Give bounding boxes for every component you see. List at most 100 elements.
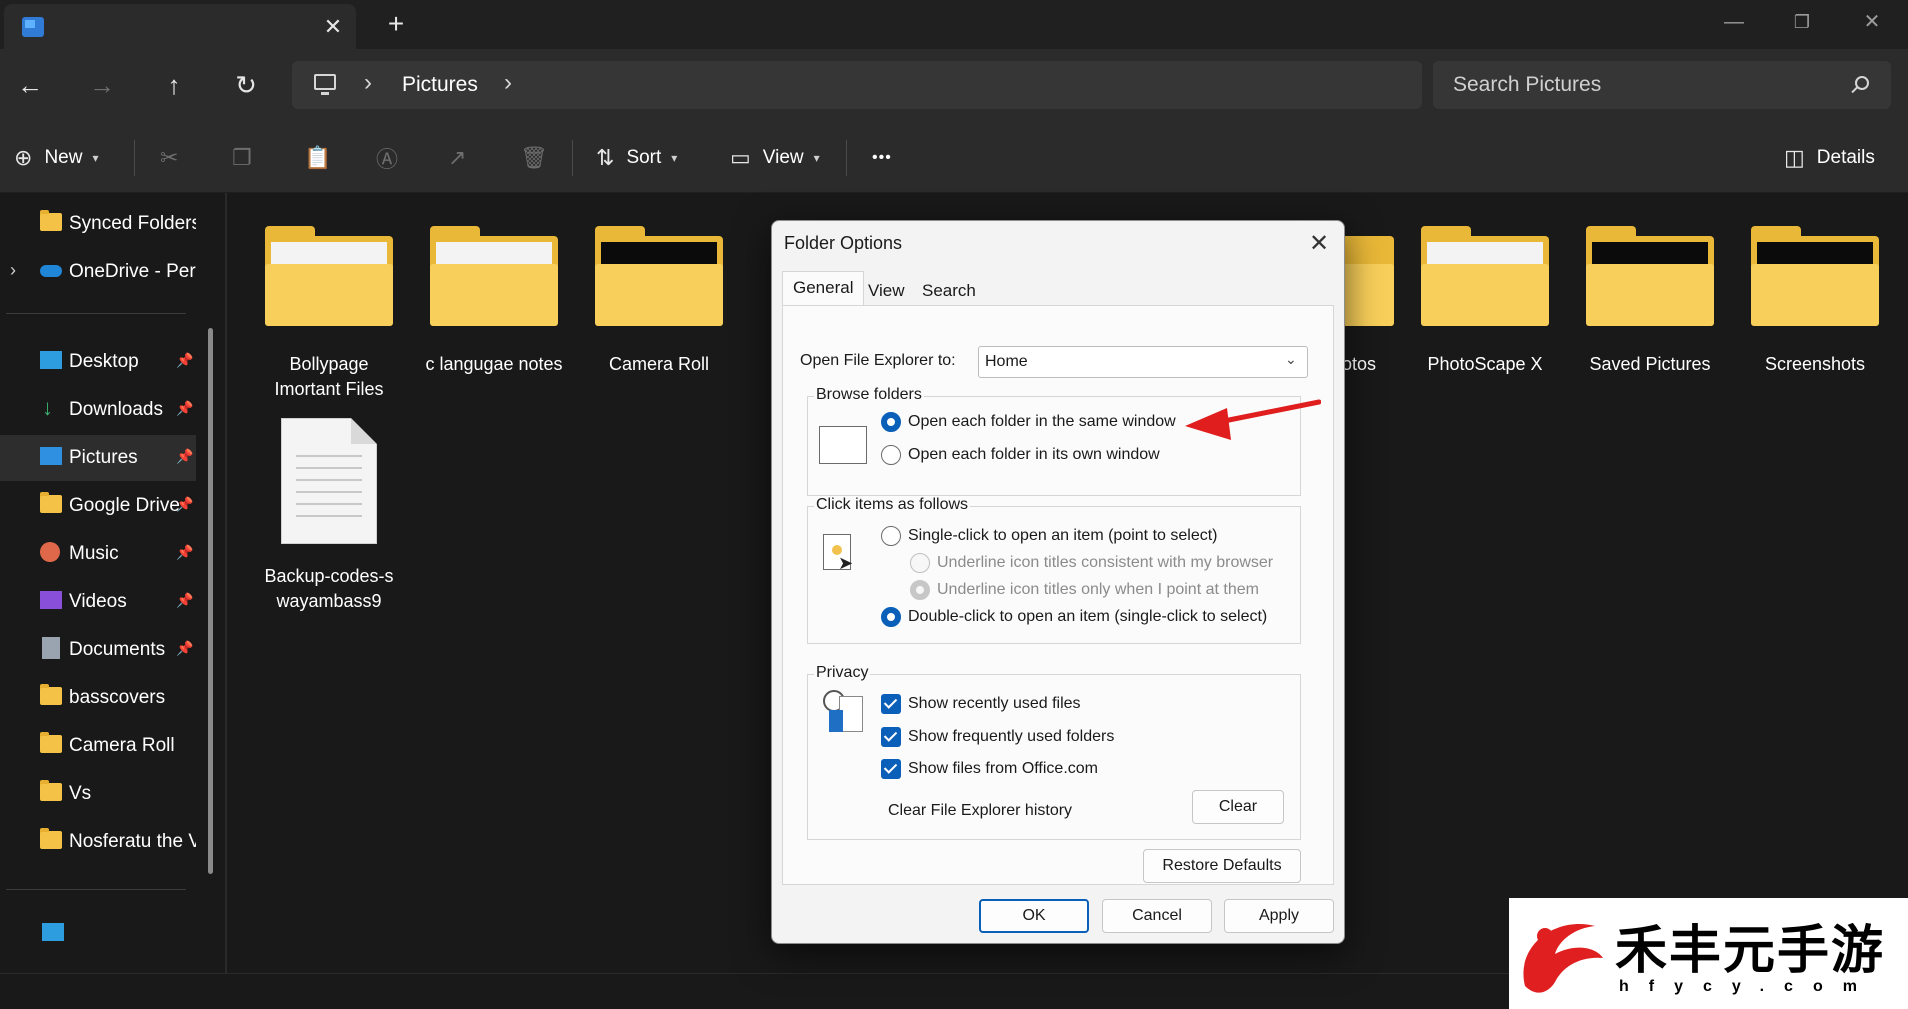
pin-icon[interactable]: 📌: [176, 496, 193, 513]
same-window-label[interactable]: Open each folder in the same window: [908, 413, 1176, 431]
sort-button[interactable]: ⇅ Sort ▾: [596, 138, 677, 178]
up-button[interactable]: ↑: [156, 67, 192, 103]
rename-button[interactable]: Ⓐ: [376, 138, 398, 178]
expand-chevron-icon[interactable]: ›: [10, 260, 16, 281]
sidebar-item-onedrive[interactable]: › OneDrive - Perso: [0, 249, 196, 295]
file-item-folder[interactable]: Camera Roll: [584, 226, 734, 377]
share-button[interactable]: ↗: [448, 138, 466, 178]
pin-icon[interactable]: 📌: [176, 640, 193, 657]
underline-point-label[interactable]: Underline icon titles only when I point …: [937, 581, 1259, 599]
file-item-folder[interactable]: c langugae notes: [419, 226, 569, 377]
sidebar-item-basscovers[interactable]: basscovers: [0, 675, 196, 721]
tab-view[interactable]: View: [858, 275, 915, 305]
file-item-folder[interactable]: Saved Pictures: [1575, 226, 1725, 377]
file-item-folder[interactable]: Screenshots: [1740, 226, 1890, 377]
delete-button[interactable]: 🗑: [520, 138, 548, 178]
underline-browser-label[interactable]: Underline icon titles consistent with my…: [937, 554, 1273, 572]
file-item-folder[interactable]: PhotoScape X: [1410, 226, 1560, 377]
double-click-label[interactable]: Double-click to open an item (single-cli…: [908, 608, 1267, 626]
file-item-folder[interactable]: Bollypage Imortant Files: [254, 226, 404, 402]
recent-files-checkbox[interactable]: [881, 694, 901, 714]
recent-files-label[interactable]: Show recently used files: [908, 695, 1081, 713]
sidebar-item-vs[interactable]: Vs: [0, 771, 196, 817]
pin-icon[interactable]: 📌: [176, 448, 193, 465]
breadcrumb[interactable]: › Pictures ›: [292, 61, 1422, 109]
document-icon: [281, 418, 377, 544]
desktop-icon: [40, 351, 62, 369]
sidebar-item-camera-roll[interactable]: Camera Roll: [0, 723, 196, 769]
apply-button[interactable]: Apply: [1224, 899, 1334, 933]
chevron-down-icon: ▾: [92, 151, 99, 165]
folder-icon: [1751, 226, 1879, 326]
toolbar-divider: [572, 140, 573, 176]
restore-defaults-button[interactable]: Restore Defaults: [1143, 849, 1301, 883]
sidebar-item-downloads[interactable]: ↓ Downloads 📌: [0, 387, 196, 433]
sidebar-item-music[interactable]: Music 📌: [0, 531, 196, 577]
pin-icon[interactable]: 📌: [176, 400, 193, 417]
tab-general[interactable]: General: [782, 271, 865, 307]
sidebar-item-google-drive[interactable]: Google Drive 📌: [0, 483, 196, 529]
office-files-checkbox[interactable]: [881, 759, 901, 779]
minimize-button[interactable]: —: [1714, 6, 1754, 38]
dialog-close-button[interactable]: ✕: [1302, 227, 1336, 261]
open-explorer-to-select[interactable]: Home ⌄: [978, 346, 1308, 378]
folder-icon: [40, 492, 62, 513]
more-options-button[interactable]: •••: [872, 138, 892, 178]
view-button-label: View: [762, 147, 804, 168]
clear-history-button[interactable]: Clear: [1192, 790, 1284, 824]
folder-icon: [40, 828, 62, 849]
frequent-folders-checkbox[interactable]: [881, 727, 901, 747]
chevron-right-icon[interactable]: ›: [364, 69, 372, 97]
underline-browser-radio[interactable]: [910, 553, 930, 573]
new-tab-button[interactable]: +: [381, 10, 411, 40]
pin-icon[interactable]: 📌: [176, 544, 193, 561]
office-files-label[interactable]: Show files from Office.com: [908, 760, 1098, 778]
single-click-label[interactable]: Single-click to open an item (point to s…: [908, 527, 1217, 545]
cut-button[interactable]: ✂: [160, 138, 178, 178]
sidebar-item-documents[interactable]: Documents 📌: [0, 627, 196, 673]
sidebar-item-nosferatu[interactable]: Nosferatu the Va: [0, 819, 196, 865]
sidebar-item-desktop[interactable]: Desktop 📌: [0, 339, 196, 385]
paste-button[interactable]: 📋: [304, 138, 331, 178]
close-window-button[interactable]: ✕: [1852, 6, 1892, 38]
frequent-folders-label[interactable]: Show frequently used folders: [908, 728, 1114, 746]
back-button[interactable]: ←: [12, 67, 48, 103]
tab-search[interactable]: Search: [912, 275, 986, 305]
explorer-tab[interactable]: ✕: [4, 4, 356, 49]
breadcrumb-item-pictures[interactable]: Pictures: [402, 73, 478, 97]
file-item-document[interactable]: Backup-codes-swayambass9: [254, 418, 404, 614]
refresh-button[interactable]: ↻: [228, 67, 264, 103]
own-window-label[interactable]: Open each folder in its own window: [908, 446, 1160, 464]
search-box[interactable]: [1433, 61, 1891, 109]
chevron-right-icon[interactable]: ›: [504, 69, 512, 97]
same-window-radio[interactable]: [881, 412, 901, 432]
own-window-radio[interactable]: [881, 445, 901, 465]
restore-button[interactable]: ❐: [1782, 6, 1822, 38]
forward-button[interactable]: →: [84, 67, 120, 103]
sidebar-item-synced-folders[interactable]: Synced Folders: [0, 201, 196, 247]
single-click-radio[interactable]: [881, 526, 901, 546]
sidebar-item-this-pc[interactable]: [0, 911, 196, 957]
pin-icon[interactable]: 📌: [176, 592, 193, 609]
tab-close-button[interactable]: ✕: [320, 14, 346, 40]
view-button[interactable]: ▭ View ▾: [730, 138, 820, 178]
details-pane-button[interactable]: ◫ Details: [1784, 138, 1875, 178]
copy-button[interactable]: ❐: [232, 138, 252, 178]
pin-icon[interactable]: 📌: [176, 352, 193, 369]
sidebar-item-pictures[interactable]: Pictures 📌: [0, 435, 196, 481]
this-pc-icon[interactable]: [314, 74, 336, 95]
ok-button[interactable]: OK: [979, 899, 1089, 933]
sidebar-item-videos[interactable]: Videos 📌: [0, 579, 196, 625]
cancel-button[interactable]: Cancel: [1102, 899, 1212, 933]
watermark-site: hfycy.com: [1619, 978, 1877, 995]
double-click-radio[interactable]: [881, 607, 901, 627]
title-bar: ✕ + — ❐ ✕: [0, 0, 1908, 49]
folder-icon: [1586, 226, 1714, 326]
sidebar-scrollbar[interactable]: [208, 328, 213, 874]
pane-splitter[interactable]: [225, 193, 227, 973]
new-button-label: New: [44, 147, 83, 168]
new-button[interactable]: ⊕ New ▾: [14, 138, 98, 178]
search-input[interactable]: [1453, 71, 1833, 99]
underline-point-radio[interactable]: [910, 580, 930, 600]
search-icon[interactable]: [1855, 76, 1869, 90]
